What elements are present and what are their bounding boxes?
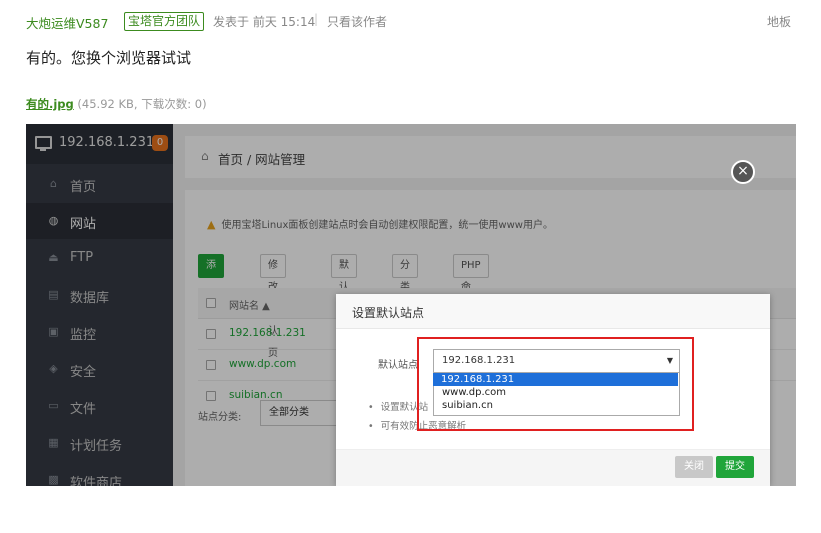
post-content: 有的。您换个浏览器试试 xyxy=(26,49,192,67)
attachment-meta: (45.92 KB, 下载次数: 0) xyxy=(73,97,207,111)
close-icon[interactable]: × xyxy=(731,160,755,184)
attached-screenshot: 192.168.1.231 0 ⌂ 首页 ◍ 网站 ⏏ FTP ▤ 数据库 ▣ 监控 ◈ 安全 ▭ 文件 ▦… xyxy=(26,124,796,486)
default-site-label: 默认站点 xyxy=(378,360,418,371)
separator: | xyxy=(314,12,319,26)
team-badge: 宝塔官方团队 xyxy=(124,12,205,31)
close-button[interactable]: 关闭 xyxy=(675,456,713,478)
floor-label: 地板 xyxy=(766,15,791,29)
highlight-box xyxy=(417,337,694,431)
dialog-footer: 关闭 提交 xyxy=(336,449,770,486)
attachment-link[interactable]: 有的.jpg xyxy=(26,97,74,111)
author-link[interactable]: 大炮运维V587 xyxy=(26,13,108,32)
only-author-link[interactable]: 只看该作者 xyxy=(327,13,387,30)
post-time: 发表于 前天 15:14 xyxy=(213,15,316,29)
submit-button[interactable]: 提交 xyxy=(716,456,754,478)
post-header: 大炮运维V587 宝塔官方团队 发表于 前天 15:14 | 只看该作者 地板 xyxy=(26,12,791,32)
dialog-title: 设置默认站点 xyxy=(336,294,770,329)
dialog-title-text: 设置默认站点 xyxy=(352,306,425,320)
attachment: 有的.jpg (45.92 KB, 下载次数: 0) xyxy=(26,96,207,112)
